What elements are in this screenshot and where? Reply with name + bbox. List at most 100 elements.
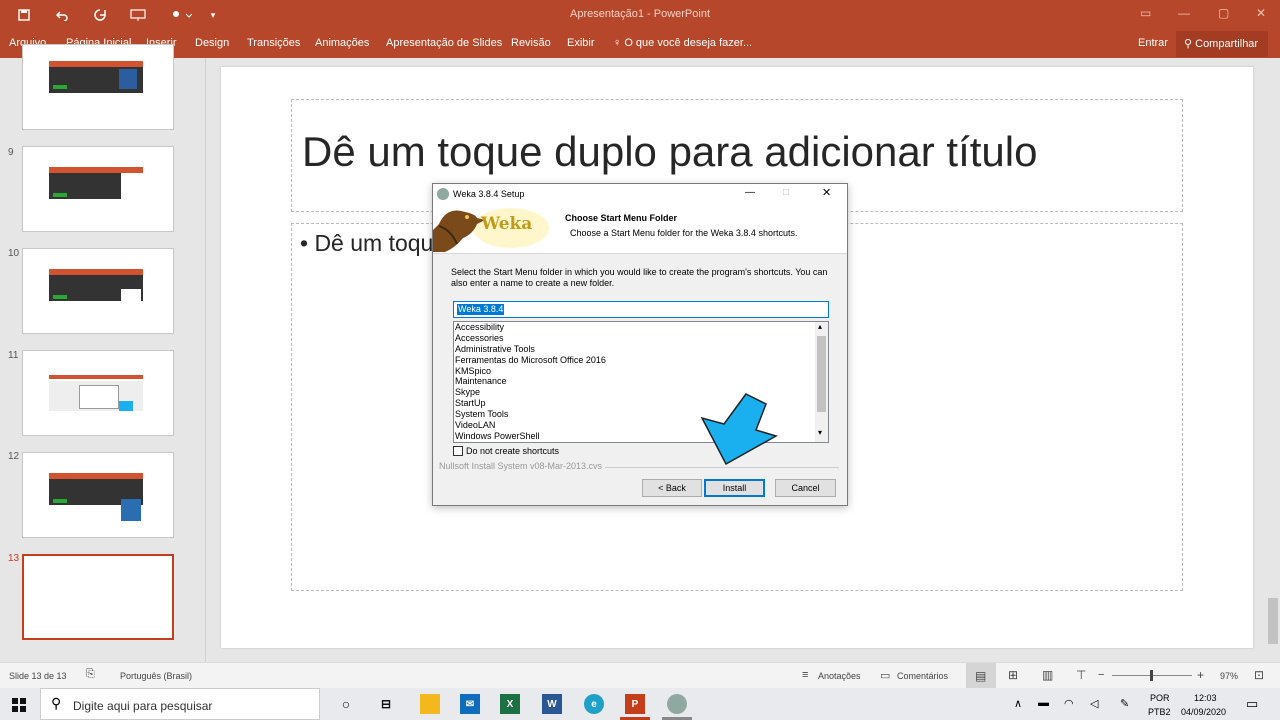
notes-button[interactable]: Anotações bbox=[818, 671, 861, 681]
language-label[interactable]: Português (Brasil) bbox=[120, 671, 192, 681]
comments-button[interactable]: Comentários bbox=[897, 671, 948, 681]
installer-icon bbox=[437, 188, 449, 200]
share-label: Compartilhar bbox=[1195, 38, 1259, 50]
person-icon: ⚲ bbox=[1184, 38, 1193, 50]
install-button[interactable]: Install bbox=[704, 479, 765, 497]
tell-me-box[interactable]: ♀ O que você deseja fazer... bbox=[613, 37, 752, 49]
taskbar-search-box[interactable]: ⚲ Digite aqui para pesquisar bbox=[40, 688, 320, 720]
ribbon-display-icon[interactable]: ▭ bbox=[1140, 6, 1151, 20]
fit-to-window-icon[interactable]: ⊡ bbox=[1254, 668, 1264, 682]
maximize-icon[interactable]: ▢ bbox=[1218, 6, 1229, 20]
battery-icon[interactable]: ▬ bbox=[1038, 697, 1049, 709]
keyboard-language-bottom[interactable]: PTB2 bbox=[1148, 707, 1171, 717]
editor-scrollbar[interactable] bbox=[1266, 58, 1280, 662]
cancel-button[interactable]: Cancel bbox=[775, 479, 836, 497]
editor-scroll-thumb[interactable] bbox=[1268, 598, 1278, 644]
list-item[interactable]: KMSpico bbox=[454, 366, 828, 377]
tray-overflow-icon[interactable]: ∧ bbox=[1014, 697, 1022, 710]
slide-thumbnail[interactable] bbox=[22, 44, 174, 130]
cortana-icon[interactable]: ○ bbox=[336, 694, 356, 714]
word-icon[interactable]: W bbox=[542, 694, 562, 714]
slide-sorter-icon[interactable]: ⊞ bbox=[1008, 668, 1018, 682]
slide-title-text: Dê um toque duplo para adicionar título bbox=[302, 128, 1038, 175]
setup-dialog: Weka 3.8.4 Setup — □ ✕ Weka Choose Start… bbox=[432, 183, 848, 506]
tab-exibir[interactable]: Exibir bbox=[567, 37, 595, 49]
header-subtitle: Choose a Start Menu folder for the Weka … bbox=[570, 228, 798, 238]
clock-date[interactable]: 04/09/2020 bbox=[1181, 707, 1226, 717]
list-item[interactable]: Accessories bbox=[454, 333, 828, 344]
comment-icon[interactable]: ▭ bbox=[880, 669, 890, 682]
minimize-icon[interactable]: — bbox=[1178, 6, 1190, 20]
zoom-in-icon[interactable]: + bbox=[1197, 668, 1204, 682]
search-icon: ⚲ bbox=[51, 695, 62, 711]
zoom-slider-thumb[interactable] bbox=[1150, 670, 1153, 681]
list-item[interactable]: Maintenance bbox=[454, 376, 828, 387]
task-view-icon[interactable]: ⊟ bbox=[376, 694, 396, 714]
folder-name-input[interactable]: Weka 3.8.4 bbox=[453, 301, 829, 318]
ribbon-tabs: Arquivo Página Inicial Inserir Design Tr… bbox=[0, 30, 1280, 58]
checkbox-label: Do not create shortcuts bbox=[466, 446, 560, 456]
tell-me-text: O que você deseja fazer... bbox=[624, 37, 753, 49]
window-title: Apresentação1 - PowerPoint bbox=[569, 8, 711, 20]
signin-link[interactable]: Entrar bbox=[1138, 37, 1168, 49]
windows-start-icon[interactable] bbox=[12, 698, 26, 717]
slide-thumbnail[interactable] bbox=[22, 146, 174, 232]
taskbar: ⚲ Digite aqui para pesquisar ○ ⊟ ✉ X W e… bbox=[0, 688, 1280, 720]
slide-number: 12 bbox=[8, 451, 20, 462]
dialog-minimize-icon[interactable]: — bbox=[745, 187, 755, 198]
slide-number: 13 bbox=[8, 553, 20, 564]
slide-number: 10 bbox=[8, 248, 20, 259]
list-item[interactable]: Administrative Tools bbox=[454, 344, 828, 355]
slideshow-icon[interactable]: ⊤ bbox=[1076, 668, 1086, 682]
normal-view-icon: ▤ bbox=[975, 669, 987, 683]
accessibility-icon[interactable]: ⎘ bbox=[86, 668, 95, 681]
zoom-level[interactable]: 97% bbox=[1220, 671, 1238, 681]
notes-icon[interactable]: ≡ bbox=[802, 669, 808, 681]
mail-icon[interactable]: ✉ bbox=[460, 694, 480, 714]
dialog-title: Weka 3.8.4 Setup bbox=[453, 189, 525, 199]
slide-thumbnail[interactable] bbox=[22, 248, 174, 334]
close-icon[interactable]: ✕ bbox=[1256, 6, 1266, 20]
tab-revisao[interactable]: Revisão bbox=[511, 37, 551, 49]
dialog-close-icon[interactable]: ✕ bbox=[822, 186, 831, 199]
scroll-thumb[interactable] bbox=[817, 336, 826, 412]
file-explorer-icon[interactable] bbox=[420, 694, 440, 714]
scroll-down-icon[interactable]: ▾ bbox=[818, 428, 822, 437]
slide-thumbnail-pane: 9 10 11 12 13 bbox=[0, 44, 206, 662]
list-item[interactable]: Ferramentas do Microsoft Office 2016 bbox=[454, 355, 828, 366]
tab-animacoes[interactable]: Animações bbox=[315, 37, 369, 49]
wifi-icon[interactable]: ◠ bbox=[1064, 697, 1074, 710]
list-scrollbar[interactable]: ▴ ▾ bbox=[815, 322, 828, 442]
dialog-maximize-icon: □ bbox=[783, 187, 790, 198]
reading-view-icon[interactable]: ▥ bbox=[1042, 668, 1053, 682]
instruction-text: Select the Start Menu folder in which yo… bbox=[451, 267, 828, 288]
weka-logo: Weka bbox=[433, 204, 549, 252]
scroll-up-icon[interactable]: ▴ bbox=[818, 322, 822, 331]
pointer-arrow-icon bbox=[700, 393, 778, 466]
title-bar: ▾ Apresentação1 - PowerPoint ▭ — ▢ ✕ bbox=[0, 0, 1280, 30]
weka-logo-text: Weka bbox=[481, 214, 533, 234]
nsis-label: Nullsoft Install System v08-Mar-2013.cvs bbox=[439, 461, 606, 471]
slide-thumbnail-active[interactable] bbox=[22, 554, 174, 640]
edge-icon[interactable]: e bbox=[584, 694, 604, 714]
zoom-out-icon[interactable]: − bbox=[1098, 669, 1104, 681]
notifications-icon[interactable]: ▭ bbox=[1246, 696, 1258, 712]
slide-thumbnail[interactable] bbox=[22, 452, 174, 538]
clock-time[interactable]: 12:03 bbox=[1194, 693, 1217, 703]
volume-icon[interactable]: ◁ bbox=[1090, 697, 1098, 710]
back-button[interactable]: < Back bbox=[642, 479, 702, 497]
share-button[interactable]: ⚲ Compartilhar bbox=[1176, 31, 1268, 57]
normal-view-button[interactable]: ▤ bbox=[966, 663, 996, 689]
status-bar: Slide 13 de 13 ⎘ Português (Brasil) ≡ An… bbox=[0, 662, 1280, 689]
tab-transicoes[interactable]: Transições bbox=[247, 37, 300, 49]
tab-design[interactable]: Design bbox=[195, 37, 229, 49]
no-shortcuts-checkbox[interactable] bbox=[453, 446, 463, 456]
excel-icon[interactable]: X bbox=[500, 694, 520, 714]
pen-icon[interactable]: ✎ bbox=[1120, 697, 1129, 710]
weka-installer-icon[interactable] bbox=[667, 694, 687, 714]
keyboard-language-top[interactable]: POR bbox=[1150, 693, 1170, 703]
list-item[interactable]: Accessibility bbox=[454, 322, 828, 333]
slide-thumbnail[interactable] bbox=[22, 350, 174, 436]
tab-apresentacao[interactable]: Apresentação de Slides bbox=[386, 37, 502, 49]
powerpoint-icon[interactable]: P bbox=[625, 694, 645, 714]
